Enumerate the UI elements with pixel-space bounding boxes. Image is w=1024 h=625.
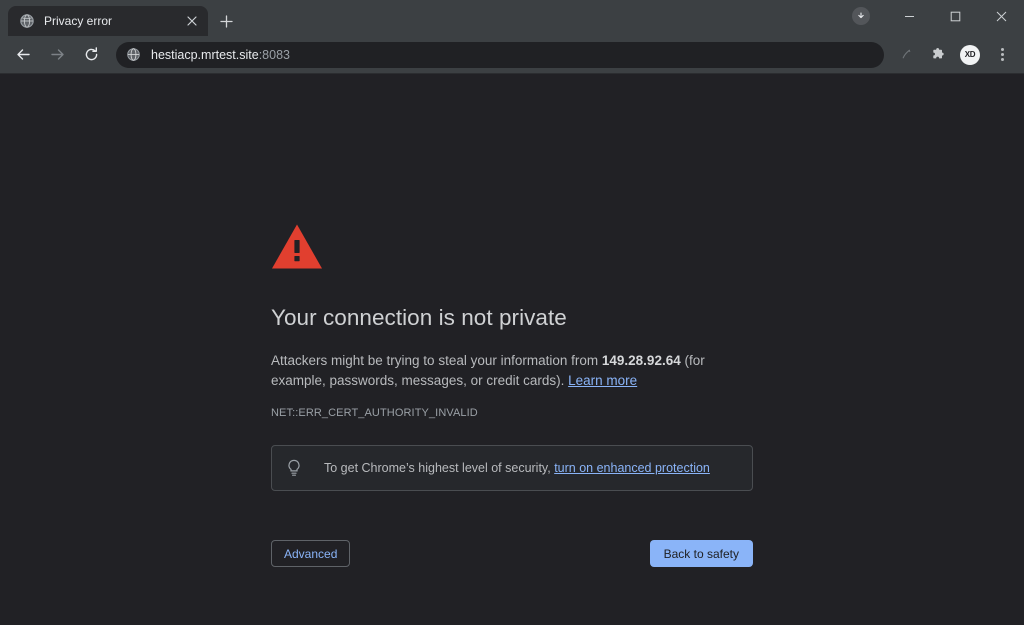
ssl-interstitial: Your connection is not private Attackers…: [271, 223, 891, 567]
tab-close-icon[interactable]: [184, 13, 200, 29]
browser-window: Privacy error hestiacp.mrtest.site:8083 …: [0, 0, 1024, 625]
tab-title: Privacy error: [44, 14, 113, 28]
tab-privacy-error[interactable]: Privacy error: [8, 6, 208, 36]
back-button[interactable]: [8, 40, 38, 70]
menu-dot: [1000, 58, 1004, 61]
share-icon[interactable]: [893, 42, 919, 68]
menu-dot: [1000, 53, 1004, 56]
download-badge-icon[interactable]: [852, 7, 870, 25]
advanced-button[interactable]: Advanced: [271, 540, 351, 567]
error-host: 149.28.92.64: [601, 353, 681, 368]
address-port: :8083: [258, 47, 290, 62]
tab-strip: Privacy error: [0, 0, 1024, 36]
close-button[interactable]: [978, 0, 1024, 32]
page-title: Your connection is not private: [271, 305, 567, 330]
warning-triangle-icon: [271, 223, 323, 270]
error-description-part1: Attackers might be trying to steal your …: [271, 353, 602, 368]
enhanced-protection-message: To get Chrome’s highest level of securit…: [324, 461, 555, 475]
error-description: Attackers might be trying to steal your …: [271, 351, 723, 391]
avatar-initials: XD: [960, 44, 980, 65]
address-domain: hestiacp.mrtest.site: [151, 47, 259, 62]
learn-more-link[interactable]: Learn more: [568, 373, 637, 388]
address-bar[interactable]: hestiacp.mrtest.site:8083: [116, 41, 884, 68]
interstitial-actions: Advanced Back to safety: [271, 540, 753, 567]
globe-icon[interactable]: [126, 47, 141, 62]
forward-button[interactable]: [42, 40, 72, 70]
back-to-safety-button[interactable]: Back to safety: [649, 540, 753, 567]
new-tab-button[interactable]: [212, 7, 240, 35]
turn-on-enhanced-protection-link[interactable]: turn on enhanced protection: [554, 461, 710, 475]
globe-icon: [19, 13, 35, 29]
browser-toolbar: hestiacp.mrtest.site:8083 XD: [0, 36, 1024, 74]
address-bar-text: hestiacp.mrtest.site:8083: [151, 48, 290, 62]
minimize-button[interactable]: [886, 0, 932, 32]
chrome-menu-icon[interactable]: [989, 42, 1015, 68]
extensions-icon[interactable]: [925, 42, 951, 68]
error-code: NET::ERR_CERT_AUTHORITY_INVALID: [271, 407, 478, 419]
menu-dot: [1000, 48, 1004, 51]
enhanced-protection-callout: To get Chrome’s highest level of securit…: [271, 445, 753, 491]
lightbulb-icon: [286, 459, 302, 477]
enhanced-protection-text: To get Chrome’s highest level of securit…: [324, 461, 710, 475]
page-content: Your connection is not private Attackers…: [0, 74, 1024, 625]
window-controls: [852, 0, 1024, 32]
maximize-button[interactable]: [932, 0, 978, 32]
avatar[interactable]: XD: [957, 42, 983, 68]
reload-button[interactable]: [76, 40, 106, 70]
